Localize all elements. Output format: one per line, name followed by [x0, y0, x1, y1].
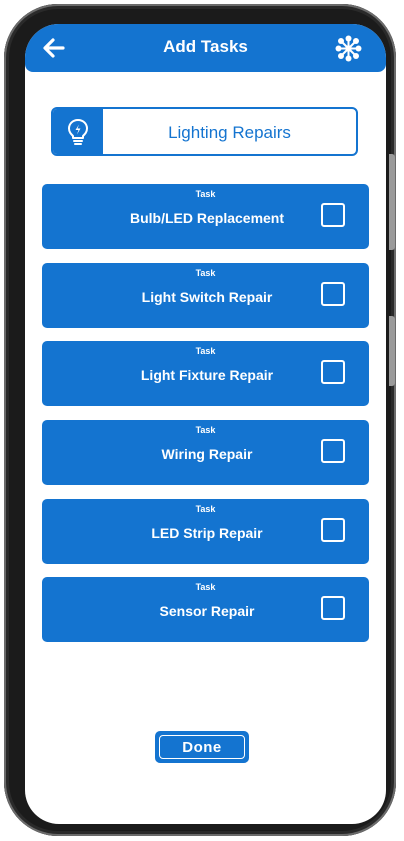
task-tag: Task — [195, 268, 216, 278]
power-button — [389, 316, 395, 386]
category-icon-box — [53, 109, 103, 154]
task-tag: Task — [195, 425, 216, 435]
task-checkbox[interactable] — [321, 360, 345, 384]
task-tag: Task — [195, 504, 216, 514]
task-item-light-fixture-repair[interactable]: Task Light Fixture Repair — [42, 341, 369, 406]
task-item-led-strip-repair[interactable]: Task LED Strip Repair — [42, 499, 369, 564]
done-button[interactable]: Done — [155, 731, 249, 763]
task-item-light-switch-repair[interactable]: Task Light Switch Repair — [42, 263, 369, 328]
volume-button — [389, 154, 395, 250]
menu-button[interactable] — [335, 35, 362, 62]
task-tag: Task — [195, 582, 216, 592]
task-item-sensor-repair[interactable]: Task Sensor Repair — [42, 577, 369, 642]
task-checkbox[interactable] — [321, 518, 345, 542]
task-checkbox[interactable] — [321, 596, 345, 620]
done-button-label: Done — [159, 735, 245, 759]
task-checkbox[interactable] — [321, 439, 345, 463]
task-checkbox[interactable] — [321, 282, 345, 306]
app-screen: Add Tasks Lighting Repairs Task Bulb/LED… — [25, 24, 386, 824]
lightbulb-icon — [68, 119, 88, 145]
task-tag: Task — [195, 189, 216, 199]
category-banner: Lighting Repairs — [51, 107, 358, 156]
task-item-wiring-repair[interactable]: Task Wiring Repair — [42, 420, 369, 485]
category-label: Lighting Repairs — [168, 123, 291, 142]
nodes-menu-icon — [335, 35, 362, 62]
phone-frame: Add Tasks Lighting Repairs Task Bulb/LED… — [4, 4, 396, 836]
task-tag: Task — [195, 346, 216, 356]
task-checkbox[interactable] — [321, 203, 345, 227]
task-item-bulb-led-replacement[interactable]: Task Bulb/LED Replacement — [42, 184, 369, 249]
app-header: Add Tasks — [25, 24, 386, 72]
page-title: Add Tasks — [163, 37, 248, 56]
